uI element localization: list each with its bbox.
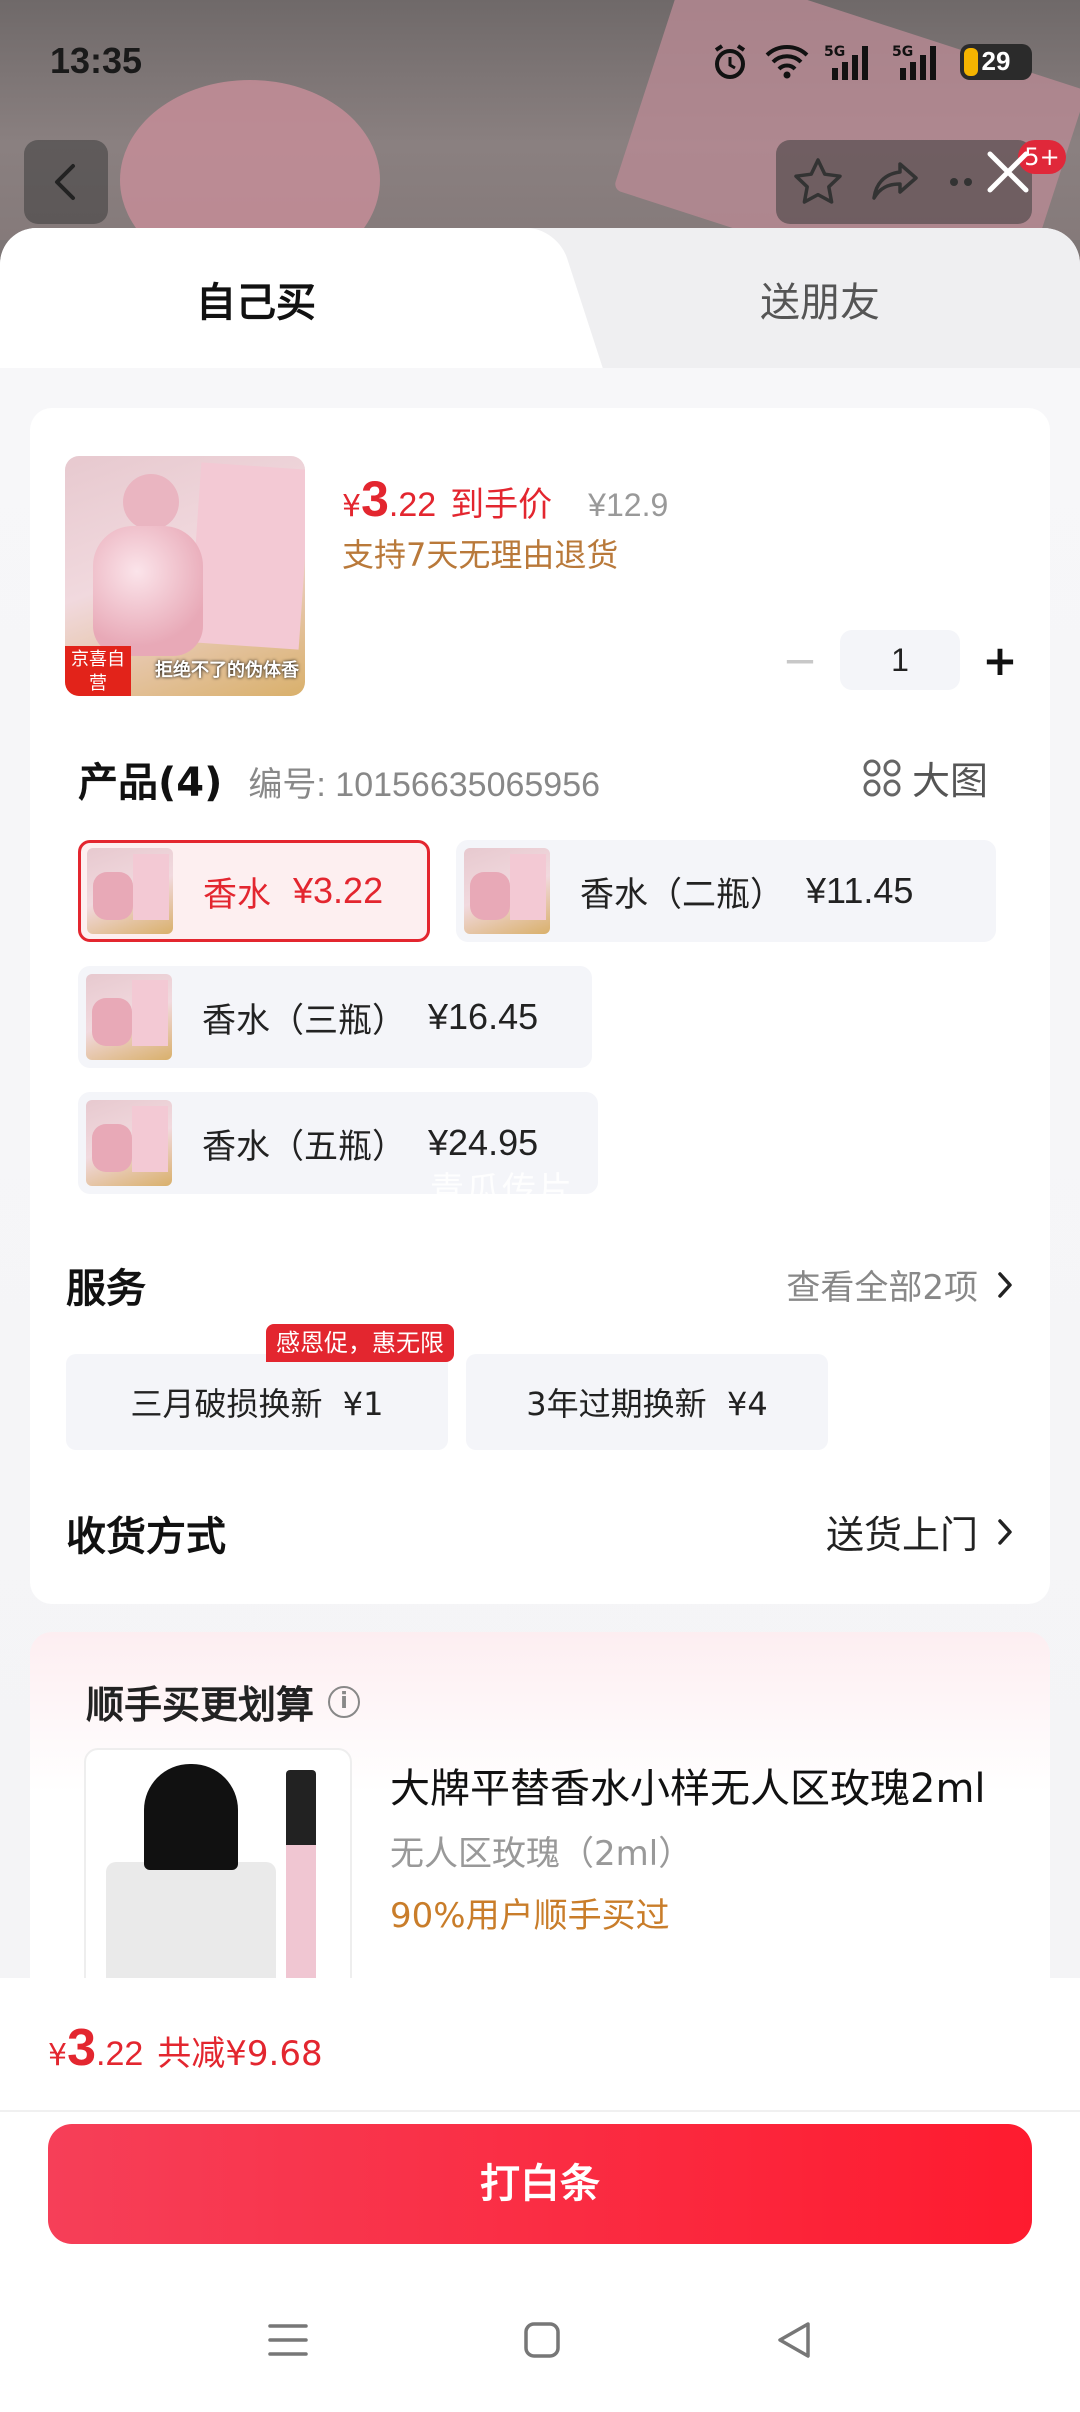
thumbnail-caption: 拒绝不了的伪体香 [155,660,299,681]
total-price-decimal: .22 [96,2035,144,2073]
checkout-bar: ¥ 3 .22 共减¥9.68 打白条 [0,1978,1080,2412]
system-nav-bar [0,2268,1080,2412]
price-row: ¥ 3 .22 到手价 ¥12.9 [342,470,668,528]
total-savings: 共减¥9.68 [157,2034,323,2074]
variant-image [86,974,172,1060]
price-currency: ¥ [342,489,362,524]
variant-option[interactable]: 香水（二瓶） ¥11.45 [456,840,996,942]
delivery-method-value: 送货上门 [825,1513,978,1557]
variant-name: 香水（二瓶） [580,874,784,915]
final-price-label: 到手价 [450,485,553,525]
back-icon[interactable] [774,2320,814,2360]
total-price-row: ¥ 3 .22 共减¥9.68 [48,2018,323,2078]
chevron-left-icon [55,164,75,200]
divider [0,2110,1080,2112]
addon-product-image[interactable] [84,1748,352,1978]
tab-bar: 自己买 送朋友 [0,228,1080,368]
self-operated-free-shipping-tag: 京喜自营 包邮 [65,646,131,696]
variant-name: 香水 [203,874,271,915]
services-view-all-label: 查看全部2项 [786,1268,978,1308]
delivery-title: 收货方式 [66,1514,226,1560]
info-icon[interactable]: i [328,1685,361,1718]
service-option-label: 三月破损换新 ¥1 [130,1385,384,1423]
menu-icon[interactable] [266,2320,310,2360]
thumbnail-bottle-cap [123,474,179,530]
signal-5g-icon: 5G [824,44,868,80]
share-icon[interactable] [868,154,924,210]
variant-title: 产品(4) [78,760,223,806]
promo-badge: 感恩促，惠无限 [266,1324,454,1362]
addon-product-spec: 无人区玫瑰（2ml） [390,1834,693,1874]
battery-icon: 29 [960,44,1032,80]
variant-image [87,848,173,934]
wifi-icon [765,45,809,79]
addon-recommendation-card: 顺手买更划算 i 大牌平替香水小样无人区玫瑰2ml 无人区玫瑰（2ml） 90%… [30,1632,1050,1978]
service-option-expiry-replace[interactable]: 3年过期换新 ¥4 [466,1354,828,1450]
status-icons: 5G 5G 29 [710,40,1032,84]
thumbnail-bottle [93,526,203,656]
big-image-button[interactable]: 大图 [862,750,988,805]
variant-image [464,848,550,934]
watermark-text: 青瓜传片 [430,1170,574,1210]
variant-image [86,1100,172,1186]
return-policy: 支持7天无理由退货 [342,536,619,574]
close-button[interactable] [972,136,1044,208]
product-card: 京喜自营 包邮 拒绝不了的伪体香 ¥ 3 .22 到手价 ¥12.9 支持7天无… [30,408,1050,1604]
quantity-decrease-button[interactable]: − [770,630,830,690]
services-title: 服务 [66,1266,146,1312]
tab-gift-friend[interactable]: 送朋友 [760,270,880,328]
svg-text:5G: 5G [892,44,913,60]
status-time: 13:35 [50,40,143,81]
service-option-damage-replace[interactable]: 三月破损换新 ¥1 [66,1354,448,1450]
svg-text:5G: 5G [824,44,845,60]
variant-option[interactable]: 香水 ¥3.22 [78,840,430,942]
big-image-label: 大图 [912,759,989,803]
variant-name: 香水（三瓶） [202,1000,406,1041]
addon-title: 顺手买更划算 [86,1683,315,1727]
grid-icon [863,759,901,796]
tab-self-buy[interactable]: 自己买 [196,270,316,328]
thumbnail-box [188,462,305,650]
home-icon[interactable] [522,2320,562,2360]
alarm-icon [714,44,746,79]
addon-bottle-cap [144,1764,238,1870]
services-view-all-link[interactable]: 查看全部2项 [786,1260,1014,1309]
original-price: ¥12.9 [588,487,669,523]
variant-price: ¥16.45 [428,996,539,1037]
addon-social-proof: 90%用户顺手买过 [390,1896,670,1936]
chevron-right-icon [998,1518,1012,1545]
addon-title-row: 顺手买更划算 i [86,1674,361,1729]
status-bar: 13:35 5G 5G 29 [0,0,1080,120]
signal-5g-icon-2: 5G [892,44,936,80]
price-decimal: .22 [388,486,437,524]
variant-price: ¥3.22 [293,870,384,911]
baitiao-pay-button[interactable]: 打白条 [48,2124,1032,2244]
star-icon[interactable] [790,154,846,210]
quantity-increase-button[interactable]: + [970,630,1030,690]
service-option-label: 3年过期换新 ¥4 [526,1385,768,1423]
quantity-value[interactable]: 1 [840,630,960,690]
chevron-right-icon [998,1271,1012,1298]
close-icon [987,151,1029,193]
variant-option[interactable]: 香水（三瓶） ¥16.45 [78,966,592,1068]
addon-sample-vial [286,1770,316,1978]
sheet-body: 京喜自营 包邮 拒绝不了的伪体香 ¥ 3 .22 到手价 ¥12.9 支持7天无… [0,368,1080,1978]
quantity-stepper: − 1 + [770,630,1030,690]
back-button[interactable] [24,140,108,224]
total-price-integer: 3 [67,2019,97,2077]
total-currency: ¥ [48,2038,68,2073]
variant-price: ¥24.95 [428,1122,539,1163]
addon-bottle-body [106,1862,276,1978]
product-sku: 编号: 10156635065956 [248,766,601,804]
price-integer: 3 [361,471,389,527]
variant-name: 香水（五瓶） [202,1126,406,1167]
delivery-method-selector[interactable]: 送货上门 [826,1504,1014,1559]
product-thumbnail[interactable]: 京喜自营 包邮 拒绝不了的伪体香 [65,456,305,696]
purchase-sheet: 自己买 送朋友 京喜自营 包邮 拒绝不了的伪体香 ¥ 3 .22 到手价 ¥12… [0,228,1080,1978]
battery-level: 29 [981,46,1011,76]
variant-price: ¥11.45 [806,870,914,911]
addon-product-name[interactable]: 大牌平替香水小样无人区玫瑰2ml [390,1756,1010,1814]
